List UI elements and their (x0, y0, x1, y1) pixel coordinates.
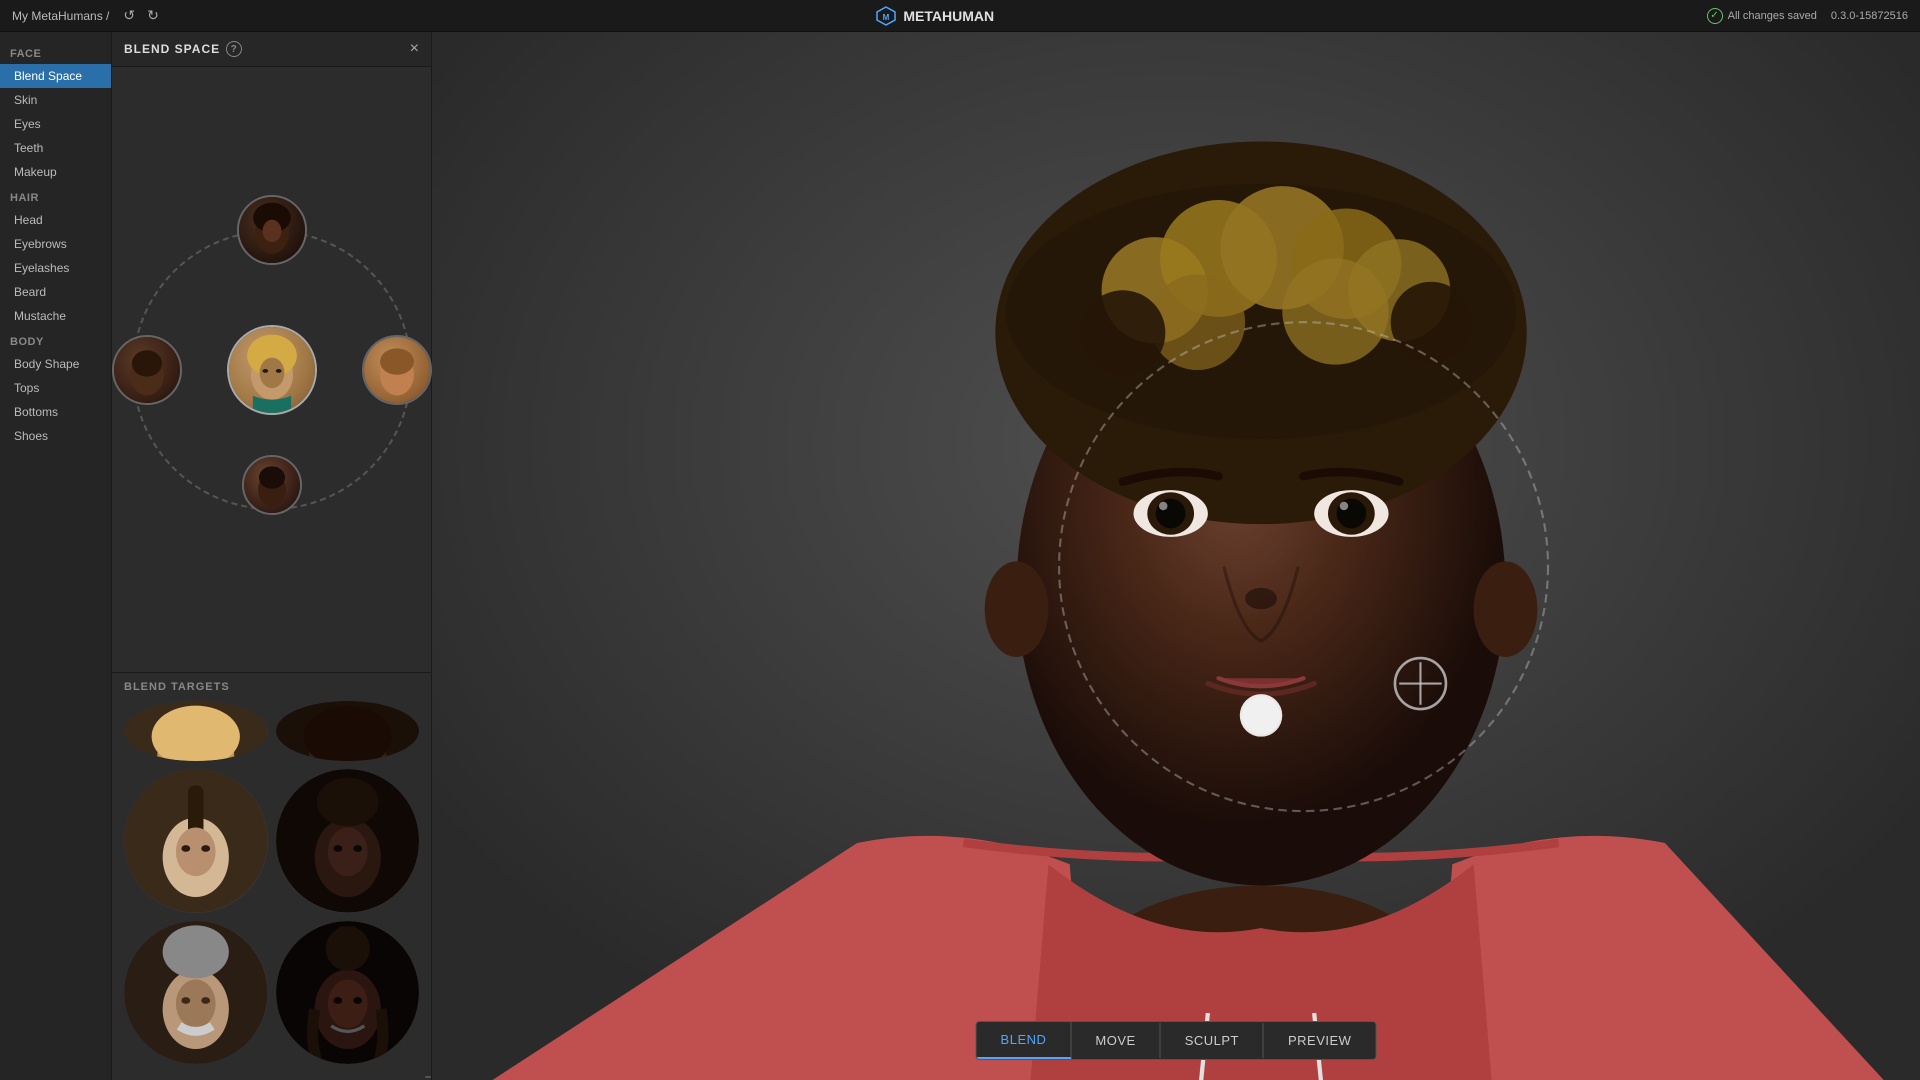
blend-target-2-img (276, 769, 420, 913)
blend-target-1[interactable] (124, 769, 268, 913)
body-section-label: BODY (0, 328, 111, 352)
blend-target-partial-1[interactable] (124, 701, 268, 761)
check-icon: ✓ (1707, 8, 1723, 24)
bottom-tab-bar: BLEND MOVE SCULPT PREVIEW (976, 1021, 1377, 1060)
app-title: My MetaHumans / (12, 9, 109, 23)
logo-text: METAHUMAN (903, 8, 994, 24)
blend-target-2[interactable] (276, 769, 420, 913)
blend-targets-grid (124, 769, 419, 1072)
scroll-track (112, 1076, 431, 1080)
blend-space-diagram-area (112, 67, 431, 672)
sidebar-item-body-shape[interactable]: Body Shape (0, 352, 111, 376)
viewport[interactable]: Studio ☀ Auto ⬡ Epic (Ray Traced) ⬜ Auto… (432, 32, 1920, 1080)
sidebar-item-tops[interactable]: Tops (0, 376, 111, 400)
sidebar-item-makeup[interactable]: Makeup (0, 160, 111, 184)
blend-avatar-left[interactable] (112, 335, 182, 405)
sidebar-item-bottoms[interactable]: Bottoms (0, 400, 111, 424)
sidebar-item-skin[interactable]: Skin (0, 88, 111, 112)
blend-targets-section: BLEND TARGETS (112, 672, 431, 1076)
blend-target-partial-2[interactable] (276, 701, 420, 761)
panel-title-text: BLEND SPACE (124, 42, 220, 56)
sidebar-item-eyes[interactable]: Eyes (0, 112, 111, 136)
undo-redo-controls: ↺ ↻ (119, 5, 162, 26)
hair-section-label: HAIR (0, 184, 111, 208)
saved-indicator: ✓ All changes saved (1707, 8, 1817, 24)
blend-targets-label: BLEND TARGETS (124, 681, 419, 693)
sidebar-item-beard[interactable]: Beard (0, 280, 111, 304)
sidebar-item-shoes[interactable]: Shoes (0, 424, 111, 448)
version-text: 0.3.0-15872516 (1831, 10, 1908, 22)
sidebar-item-head[interactable]: Head (0, 208, 111, 232)
left-sidebar: FACE Blend Space Skin Eyes Teeth Makeup … (0, 32, 112, 1080)
panel-close-button[interactable]: × (410, 40, 419, 58)
undo-button[interactable]: ↺ (119, 5, 139, 26)
panel-title: BLEND SPACE ? (124, 41, 242, 57)
metahuman-logo-icon: M (875, 5, 897, 27)
main-layout: FACE Blend Space Skin Eyes Teeth Makeup … (0, 32, 1920, 1080)
sidebar-item-eyelashes[interactable]: Eyelashes (0, 256, 111, 280)
help-icon[interactable]: ? (226, 41, 242, 57)
top-bar-center: M METAHUMAN (875, 5, 994, 27)
saved-text: All changes saved (1728, 10, 1817, 22)
blend-avatar-center-img (229, 327, 315, 413)
blend-avatar-right[interactable] (362, 335, 432, 405)
sidebar-item-mustache[interactable]: Mustache (0, 304, 111, 328)
sidebar-item-blend-space[interactable]: Blend Space (0, 64, 111, 88)
tab-sculpt[interactable]: SCULPT (1161, 1023, 1264, 1058)
blend-target-3[interactable] (124, 921, 268, 1065)
sidebar-item-teeth[interactable]: Teeth (0, 136, 111, 160)
top-bar: My MetaHumans / ↺ ↻ M METAHUMAN ✓ All ch… (0, 0, 1920, 32)
top-bar-left: My MetaHumans / ↺ ↻ (12, 5, 163, 26)
redo-button[interactable]: ↻ (143, 5, 163, 26)
character-render (432, 32, 1920, 1080)
blend-targets-top-row (124, 701, 419, 761)
blend-avatar-bottom[interactable] (242, 455, 302, 515)
tab-preview[interactable]: PREVIEW (1264, 1023, 1375, 1058)
blend-avatar-center[interactable] (227, 325, 317, 415)
tab-blend[interactable]: BLEND (977, 1022, 1072, 1059)
character-svg (432, 32, 1920, 1080)
sidebar-item-eyebrows[interactable]: Eyebrows (0, 232, 111, 256)
blend-avatar-top[interactable] (237, 195, 307, 265)
face-section-label: FACE (0, 40, 111, 64)
blend-target-3-img (124, 921, 268, 1065)
blend-target-1-img (124, 769, 268, 913)
blend-avatar-top-img (239, 197, 305, 263)
top-bar-right: ✓ All changes saved 0.3.0-15872516 (1707, 8, 1908, 24)
panel-header: BLEND SPACE ? × (112, 32, 431, 67)
blend-target-4-img (276, 921, 420, 1065)
blend-diagram[interactable] (132, 210, 412, 530)
blend-avatar-right-img (364, 337, 430, 403)
blend-avatar-left-img (114, 337, 180, 403)
svg-text:M: M (883, 13, 890, 22)
panel-scrollbar[interactable] (425, 1076, 431, 1078)
blend-target-4[interactable] (276, 921, 420, 1065)
blend-space-panel: BLEND SPACE ? × (112, 32, 432, 1080)
tab-move[interactable]: MOVE (1071, 1023, 1160, 1058)
blend-avatar-bottom-img (244, 457, 300, 513)
